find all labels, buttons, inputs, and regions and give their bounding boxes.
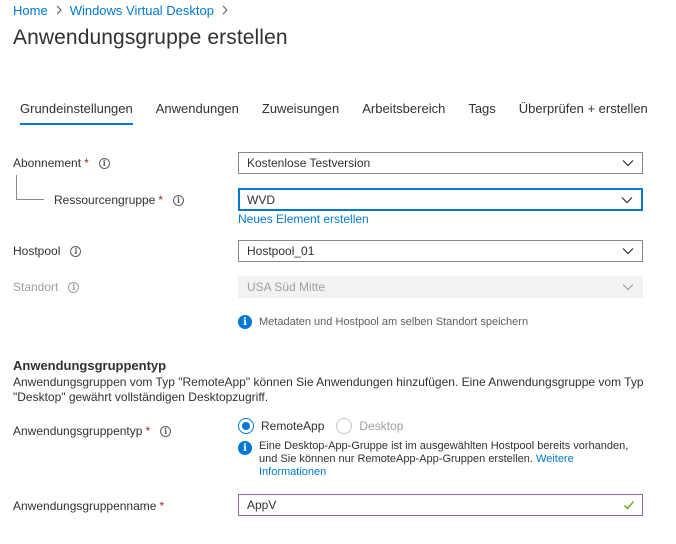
app-group-name-input[interactable]: AppV bbox=[238, 494, 643, 516]
chevron-down-icon bbox=[622, 160, 634, 167]
breadcrumb-home-link[interactable]: Home bbox=[13, 3, 48, 18]
chevron-down-icon bbox=[622, 284, 634, 291]
subscription-label: Abonnement * i bbox=[13, 156, 110, 170]
page-title: Anwendungsgruppe erstellen bbox=[13, 26, 288, 49]
location-value: USA Süd Mitte bbox=[247, 280, 326, 294]
app-group-name-label-text: Anwendungsgruppenname bbox=[13, 499, 157, 513]
resource-group-value: WVD bbox=[247, 192, 275, 207]
radio-desktop: Desktop bbox=[336, 418, 403, 434]
breadcrumb: Home Windows Virtual Desktop bbox=[13, 2, 236, 18]
location-label-text: Standort bbox=[13, 280, 59, 294]
radio-unchecked-indicator bbox=[336, 418, 353, 434]
app-group-type-radio-group: RemoteApp Desktop bbox=[238, 418, 403, 434]
required-marker: * bbox=[145, 424, 151, 438]
chevron-right-icon bbox=[221, 5, 229, 15]
info-icon[interactable]: i bbox=[160, 425, 172, 437]
app-group-type-label: Anwendungsgruppentyp * i bbox=[13, 424, 172, 438]
radio-remoteapp[interactable]: RemoteApp bbox=[238, 418, 324, 434]
required-marker: * bbox=[159, 499, 165, 513]
location-dropdown: USA Süd Mitte bbox=[238, 276, 643, 298]
required-marker: * bbox=[158, 193, 164, 207]
app-group-type-label-text: Anwendungsgruppentyp bbox=[13, 424, 143, 438]
tab-ueberpruefen-erstellen[interactable]: Überprüfen + erstellen bbox=[519, 101, 648, 125]
tab-arbeitsbereich[interactable]: Arbeitsbereich bbox=[362, 101, 445, 125]
location-label: Standort i bbox=[13, 280, 80, 294]
resource-group-dropdown[interactable]: WVD bbox=[238, 188, 643, 211]
info-filled-icon: i bbox=[238, 441, 252, 455]
location-info-message: i Metadaten und Hostpool am selben Stand… bbox=[238, 315, 528, 329]
breadcrumb-service-link[interactable]: Windows Virtual Desktop bbox=[70, 3, 214, 18]
tree-connector bbox=[16, 199, 44, 200]
hostpool-label-text: Hostpool bbox=[13, 244, 61, 258]
info-icon[interactable]: i bbox=[173, 194, 185, 206]
radio-desktop-label: Desktop bbox=[359, 419, 404, 433]
tab-grundeinstellungen[interactable]: Grundeinstellungen bbox=[20, 101, 133, 125]
info-filled-icon: i bbox=[238, 315, 252, 329]
location-info-text: Metadaten und Hostpool am selben Standor… bbox=[259, 316, 529, 328]
hostpool-value: Hostpool_01 bbox=[247, 244, 315, 258]
desktop-group-info-message: i Eine Desktop-App-Gruppe ist im ausgewä… bbox=[238, 440, 638, 479]
required-marker: * bbox=[84, 156, 89, 170]
tree-connector bbox=[16, 175, 17, 199]
radio-remoteapp-label: RemoteApp bbox=[261, 419, 325, 433]
info-icon[interactable]: i bbox=[98, 157, 110, 169]
info-icon[interactable]: i bbox=[70, 245, 82, 257]
app-group-name-value: AppV bbox=[247, 498, 277, 512]
info-icon[interactable]: i bbox=[68, 281, 80, 293]
resource-group-label-text: Ressourcengruppe bbox=[54, 193, 156, 207]
section-description: Anwendungsgruppen vom Typ "RemoteApp" kö… bbox=[13, 375, 644, 404]
app-group-name-label: Anwendungsgruppenname * bbox=[13, 499, 164, 513]
checkmark-icon bbox=[624, 501, 634, 510]
radio-checked-indicator[interactable] bbox=[238, 418, 254, 434]
subscription-label-text: Abonnement bbox=[13, 156, 82, 170]
tab-zuweisungen[interactable]: Zuweisungen bbox=[262, 101, 339, 125]
chevron-right-icon bbox=[55, 5, 63, 15]
chevron-down-icon bbox=[622, 248, 634, 255]
tab-anwendungen[interactable]: Anwendungen bbox=[156, 101, 239, 125]
desktop-group-info-text: Eine Desktop-App-Gruppe ist im ausgewähl… bbox=[259, 440, 638, 479]
create-new-resource-group-link[interactable]: Neues Element erstellen bbox=[238, 212, 369, 226]
tab-bar: Grundeinstellungen Anwendungen Zuweisung… bbox=[20, 101, 671, 125]
subscription-value: Kostenlose Testversion bbox=[247, 156, 371, 170]
tab-tags[interactable]: Tags bbox=[468, 101, 495, 125]
hostpool-dropdown[interactable]: Hostpool_01 bbox=[238, 240, 643, 262]
hostpool-label: Hostpool i bbox=[13, 244, 82, 258]
section-heading: Anwendungsgruppentyp bbox=[13, 358, 167, 373]
subscription-dropdown[interactable]: Kostenlose Testversion bbox=[238, 152, 643, 174]
chevron-down-icon bbox=[621, 196, 633, 203]
resource-group-label: Ressourcengruppe * i bbox=[54, 193, 185, 207]
